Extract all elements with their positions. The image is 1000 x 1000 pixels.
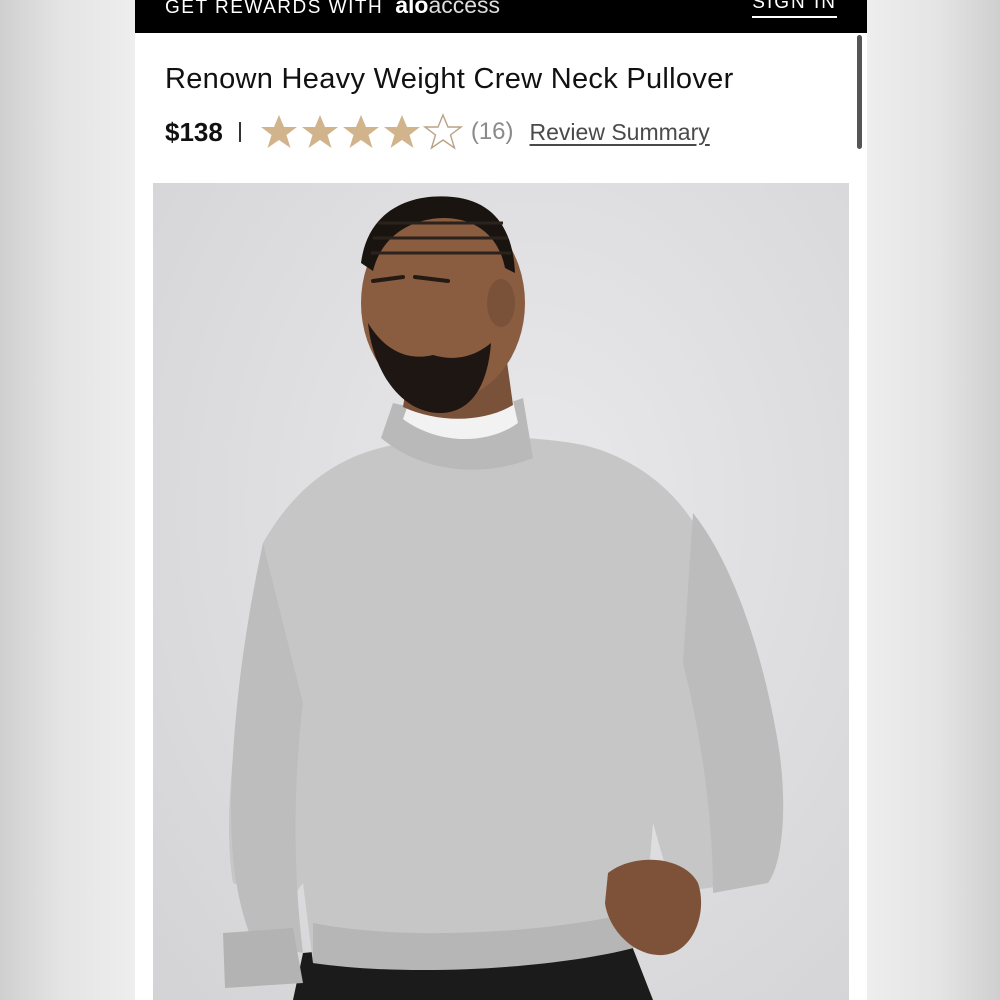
star-empty-icon xyxy=(422,112,463,152)
star-filled-icon xyxy=(341,112,381,152)
rewards-banner-text: GET REWARDS WITH xyxy=(165,0,384,18)
star-filled-icon xyxy=(300,112,340,152)
product-image[interactable] xyxy=(153,183,849,1000)
product-page: GET REWARDS WITH alo access SIGN IN Renow… xyxy=(135,0,867,1000)
product-price: $138 xyxy=(165,116,223,147)
logo-thin-part: access xyxy=(428,0,501,18)
star-filled-icon xyxy=(259,112,299,152)
rewards-banner-text-group: GET REWARDS WITH alo access xyxy=(165,0,500,19)
logo-bold-part: alo xyxy=(395,0,429,18)
review-count: (16) xyxy=(470,118,514,145)
price-rating-row: $138 (16) Review Summary xyxy=(165,112,710,152)
scrollbar-thumb[interactable] xyxy=(857,35,862,149)
price-divider xyxy=(238,122,241,142)
sign-in-link[interactable]: SIGN IN xyxy=(752,0,837,18)
alo-access-logo: alo access xyxy=(395,0,500,19)
product-title: Renown Heavy Weight Crew Neck Pullover xyxy=(165,63,734,95)
rewards-banner: GET REWARDS WITH alo access SIGN IN xyxy=(135,0,867,33)
model-wearing-pullover-illustration xyxy=(223,196,784,1000)
review-summary-link[interactable]: Review Summary xyxy=(530,119,710,146)
star-filled-icon xyxy=(382,112,422,152)
star-rating[interactable] xyxy=(259,112,463,152)
